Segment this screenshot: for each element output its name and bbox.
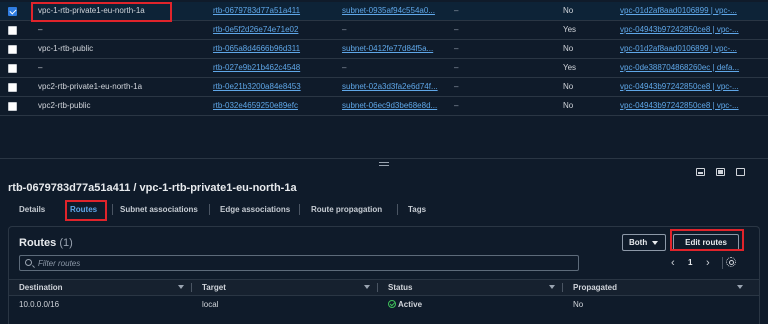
row-checkbox[interactable] [8, 102, 17, 111]
route-table-name: – [38, 63, 43, 72]
row-checkbox[interactable] [8, 7, 17, 16]
vpc-link[interactable]: vpc-04943b97242850ce8 | vpc-... [620, 25, 739, 34]
main-value: No [563, 82, 574, 91]
split-none-icon[interactable] [736, 168, 745, 176]
table-row[interactable]: vpc2-rtb-private1-eu-north-1a rtb-0e21b3… [0, 78, 768, 97]
table-row[interactable]: vpc2-rtb-public rtb-032e4659250e89efc su… [0, 97, 768, 116]
route-propagated: No [573, 300, 584, 309]
routes-title: Routes [19, 237, 57, 249]
route-table-name: – [38, 25, 43, 34]
gear-icon[interactable] [726, 257, 736, 267]
check-circle-icon [388, 300, 396, 308]
filter-routes-field[interactable] [19, 255, 579, 271]
tab-route-propagation[interactable]: Route propagation [311, 199, 382, 221]
vpc-link[interactable]: vpc-01d2af8aad0106899 | vpc-... [620, 44, 737, 53]
main-value: No [563, 44, 574, 53]
status-badge: Active [388, 296, 422, 314]
subnet-link[interactable]: subnet-0412fe77d84f5a... [342, 44, 433, 53]
routes-table-header: Destination Target Status Propagated [9, 279, 759, 296]
column-destination[interactable]: Destination [19, 280, 63, 295]
route-destination: 10.0.0.0/16 [19, 300, 60, 309]
page-title: rtb-0679783d77a51a411 / vpc-1-rtb-privat… [8, 182, 297, 194]
selected-name-highlight [31, 2, 172, 22]
split-full-icon[interactable] [716, 168, 725, 176]
main-value: Yes [563, 63, 577, 72]
vpc-link[interactable]: vpc-0de388704868260ec | defa... [620, 63, 739, 72]
route-type-value: Both [629, 238, 648, 247]
main-value: No [563, 6, 574, 15]
page-number[interactable]: 1 [688, 257, 692, 269]
subnet-value: – [342, 25, 347, 34]
row-checkbox[interactable] [8, 83, 17, 92]
route-table-id-link[interactable]: rtb-0679783d77a51a411 [213, 6, 300, 15]
split-bottom-icon[interactable] [696, 168, 705, 176]
subnet-value: – [342, 63, 347, 72]
routes-panel: Routes (1) Both Edit routes ‹ 1 › Destin… [8, 226, 760, 324]
sort-icon[interactable] [737, 285, 743, 289]
subnet-link[interactable]: subnet-06ec9d3be68e8d... [342, 101, 437, 110]
main-value: No [563, 101, 574, 110]
pagination: ‹ 1 › [669, 256, 759, 270]
split-pane-divider[interactable] [0, 158, 768, 176]
edge-associations-value: – [454, 82, 459, 91]
route-table-id-link[interactable]: rtb-0e5f2d26e74e71e02 [213, 25, 298, 34]
vpc-link[interactable]: vpc-04943b97242850ce8 | vpc-... [620, 101, 739, 110]
filter-routes-input[interactable] [38, 257, 568, 269]
edge-associations-value: – [454, 25, 459, 34]
edge-associations-value: – [454, 101, 459, 110]
chevron-left-icon[interactable]: ‹ [671, 257, 675, 269]
chevron-right-icon[interactable]: › [706, 257, 710, 269]
row-checkbox[interactable] [8, 26, 17, 35]
row-checkbox[interactable] [8, 45, 17, 54]
route-status: Active [398, 300, 423, 309]
tab-subnet-associations[interactable]: Subnet associations [120, 199, 198, 221]
tab-edge-associations[interactable]: Edge associations [220, 199, 290, 221]
edit-routes-highlight [670, 229, 744, 251]
routes-count: (1) [59, 237, 73, 249]
route-table-name: vpc2-rtb-private1-eu-north-1a [38, 82, 143, 91]
edge-associations-value: – [454, 63, 459, 72]
column-status[interactable]: Status [388, 280, 412, 295]
table-row[interactable]: – rtb-0e5f2d26e74e71e02 – – Yes vpc-0494… [0, 21, 768, 40]
table-row: 10.0.0.0/16 local Active No [9, 296, 759, 314]
route-table-id-link[interactable]: rtb-065a8d4666b96d311 [213, 44, 300, 53]
sort-icon[interactable] [549, 285, 555, 289]
edge-associations-value: – [454, 6, 459, 15]
route-table-name: vpc-1-rtb-public [38, 44, 94, 53]
vpc-link[interactable]: vpc-01d2af8aad0106899 | vpc-... [620, 6, 737, 15]
vpc-link[interactable]: vpc-04943b97242850ce8 | vpc-... [620, 82, 739, 91]
route-table-name: vpc2-rtb-public [38, 101, 91, 110]
sort-icon[interactable] [364, 285, 370, 289]
route-table-list: vpc-1-rtb-private1-eu-north-1a rtb-06797… [0, 0, 768, 116]
column-propagated[interactable]: Propagated [573, 280, 617, 295]
route-table-id-link[interactable]: rtb-0e21b3200a84e8453 [213, 82, 301, 91]
tab-tags[interactable]: Tags [408, 199, 426, 221]
sort-icon[interactable] [178, 285, 184, 289]
route-target: local [202, 300, 219, 309]
subnet-link[interactable]: subnet-02a3d3fa2e6d74f... [342, 82, 438, 91]
tab-details[interactable]: Details [19, 199, 45, 221]
caret-down-icon [652, 240, 659, 245]
row-checkbox[interactable] [8, 64, 17, 73]
routes-tab-highlight [65, 200, 107, 221]
column-target[interactable]: Target [202, 280, 226, 295]
edge-associations-value: – [454, 44, 459, 53]
table-row[interactable]: – rtb-027e9b21b462c4548 – – Yes vpc-0de3… [0, 59, 768, 78]
routes-heading: Routes (1) [19, 237, 73, 249]
main-value: Yes [563, 25, 577, 34]
route-table-id-link[interactable]: rtb-027e9b21b462c4548 [213, 63, 300, 72]
table-row[interactable]: vpc-1-rtb-public rtb-065a8d4666b96d311 s… [0, 40, 768, 59]
drag-handle-icon[interactable] [379, 162, 389, 166]
route-table-id-link[interactable]: rtb-032e4659250e89efc [213, 101, 298, 110]
route-type-select[interactable]: Both [622, 234, 666, 251]
subnet-link[interactable]: subnet-0935af94c554a0... [342, 6, 435, 15]
detail-tabs: Details Routes Subnet associations Edge … [8, 199, 768, 221]
search-icon [25, 259, 32, 266]
